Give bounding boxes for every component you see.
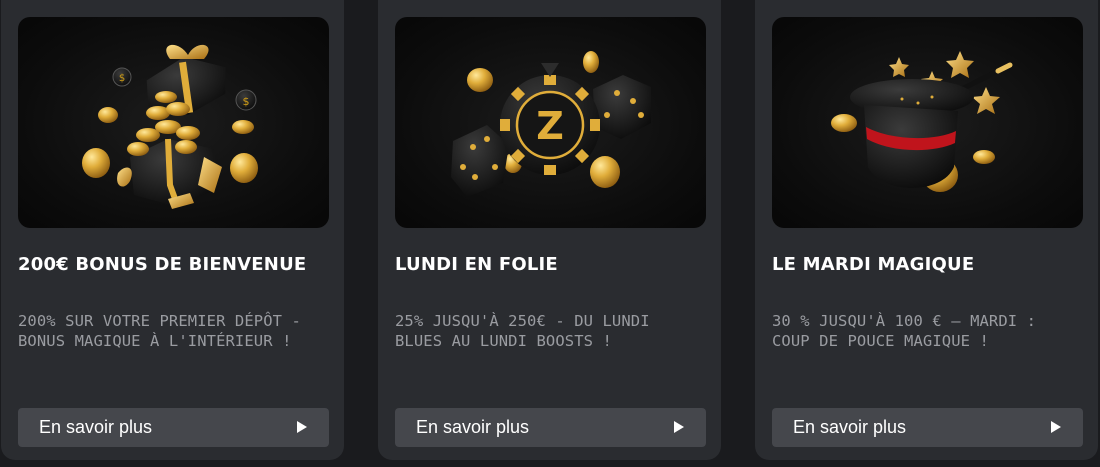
promo-description: 25% JUSQU'À 250€ - DU LUNDI BLUES AU LUN…: [395, 312, 650, 350]
promo-title: LE MARDI MAGIQUE: [772, 254, 975, 275]
promo-description: 30 % JUSQU'À 100 € – MARDI : COUP DE POU…: [772, 312, 1037, 350]
learn-more-label: En savoir plus: [416, 417, 530, 437]
promo-description: 200% SUR VOTRE PREMIER DÉPÔT - BONUS MAG…: [18, 312, 301, 350]
learn-more-label: En savoir plus: [39, 417, 153, 437]
play-arrow-icon: [674, 421, 684, 433]
promotions-list: $ $ 200€ BONUS DE BIENVENUE 200% SUR VOT…: [0, 0, 1100, 467]
learn-more-button[interactable]: En savoir plus: [395, 408, 706, 447]
gift-box-coins-icon: $ $: [18, 17, 329, 228]
promo-title: 200€ BONUS DE BIENVENUE: [18, 254, 307, 275]
svg-text:$: $: [119, 73, 125, 84]
play-arrow-icon: [1051, 421, 1061, 433]
promo-card-monday: Z LUNDI EN FOLIE 25% JUSQU'À 250€ - DU L…: [378, 0, 721, 460]
learn-more-button[interactable]: En savoir plus: [18, 408, 329, 447]
play-arrow-icon: [297, 421, 307, 433]
casino-chip-dice-icon: Z: [395, 17, 706, 228]
promo-card-welcome-bonus: $ $ 200€ BONUS DE BIENVENUE 200% SUR VOT…: [1, 0, 344, 460]
svg-text:$: $: [243, 95, 250, 108]
promo-card-tuesday: LE MARDI MAGIQUE 30 % JUSQU'À 100 € – MA…: [755, 0, 1098, 460]
svg-text:Z: Z: [536, 104, 564, 148]
learn-more-button[interactable]: En savoir plus: [772, 408, 1083, 447]
magic-hat-wand-icon: [772, 17, 1083, 228]
promo-title: LUNDI EN FOLIE: [395, 254, 558, 275]
learn-more-label: En savoir plus: [793, 417, 907, 437]
